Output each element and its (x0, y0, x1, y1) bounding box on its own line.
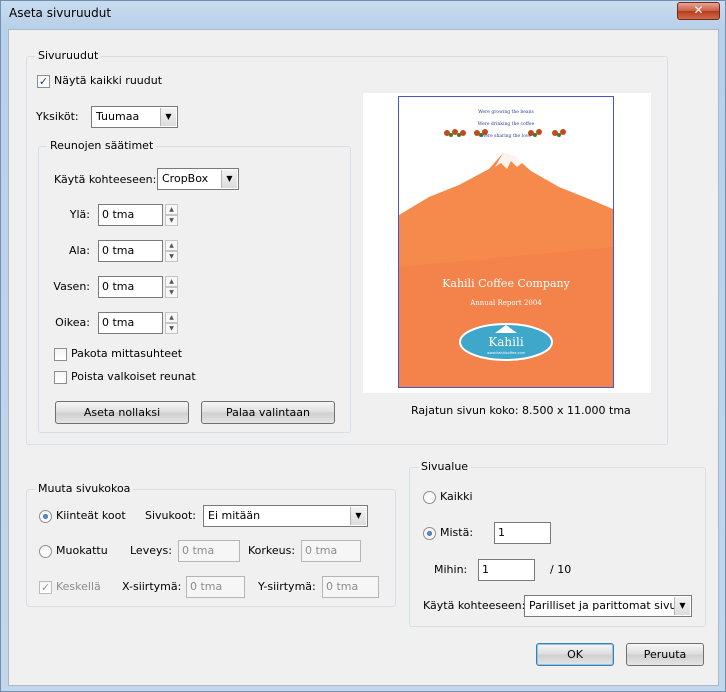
logo-subtext: www.kahilicoffee.com (487, 351, 526, 355)
top-margin-input[interactable]: 0 tma (98, 204, 163, 226)
dialog-window: Aseta sivuruudut ✕ Sivuruudut ✓ Näytä ka… (0, 0, 726, 692)
y-offset-label: Y-siirtymä: (258, 580, 316, 593)
from-input[interactable]: 1 (494, 522, 551, 544)
from-radio[interactable] (423, 527, 436, 540)
margin-controls-label: Reunojen säätimet (47, 139, 157, 152)
width-label: Leveys: (130, 544, 172, 557)
spin-down-icon[interactable]: ▼ (165, 287, 178, 298)
range-apply-select[interactable]: Parilliset ja parittomat sivut ▼ (524, 595, 692, 617)
spin-up-icon[interactable]: ▲ (165, 276, 178, 287)
right-margin-label: Oikea: (55, 316, 90, 329)
custom-size-label: Muokattu (56, 544, 108, 557)
spin-up-icon[interactable]: ▲ (165, 204, 178, 215)
left-margin-label: Vasen: (53, 280, 90, 293)
y-offset-input[interactable]: 0 tma (322, 576, 379, 598)
spin-down-icon[interactable]: ▼ (165, 215, 178, 226)
revert-to-selection-button[interactable]: Palaa valintaan (201, 401, 335, 424)
ok-button[interactable]: OK (536, 643, 614, 666)
preview-page: Were growing the beans Were drinking the… (398, 96, 614, 388)
right-margin-spinner[interactable]: ▲ ▼ (165, 312, 178, 334)
remove-white-margins-checkbox[interactable] (54, 371, 67, 384)
tagline-line-1: Were growing the beans (478, 109, 534, 115)
page-range-label: Sivualue (418, 460, 472, 473)
close-button[interactable]: ✕ (677, 2, 720, 20)
constrain-proportions-label: Pakota mittasuhteet (71, 347, 183, 360)
spin-up-icon[interactable]: ▲ (165, 240, 178, 251)
page-size-label: Muuta sivukokoa (35, 482, 134, 495)
units-value: Tuumaa (96, 110, 140, 123)
page-sizes-select[interactable]: Ei mitään ▼ (203, 505, 368, 527)
height-label: Korkeus: (248, 544, 296, 557)
logo-text: Kahili (488, 335, 524, 349)
cropped-size-text: Rajatun sivun koko: 8.500 x 11.000 tma (411, 404, 631, 417)
units-select[interactable]: Tuumaa ▼ (91, 106, 178, 128)
chevron-down-icon: ▼ (160, 108, 176, 126)
x-offset-input[interactable]: 0 tma (186, 576, 245, 598)
custom-size-radio[interactable] (39, 545, 52, 558)
to-label: Mihin: (434, 563, 468, 576)
to-input[interactable]: 1 (478, 559, 535, 581)
company-name: Kahili Coffee Company (442, 277, 570, 290)
margins-group-label: Sivuruudut (35, 49, 102, 62)
chevron-down-icon: ▼ (674, 597, 690, 615)
apply-to-value: CropBox (162, 172, 209, 185)
fixed-sizes-radio[interactable] (39, 510, 52, 523)
bottom-margin-input[interactable]: 0 tma (98, 240, 163, 262)
remove-white-margins-label: Poista valkoiset reunat (71, 370, 196, 383)
all-pages-radio[interactable] (423, 491, 436, 504)
cancel-button[interactable]: Peruuta (626, 643, 704, 666)
annual-report-cover-image: Were growing the beans Were drinking the… (399, 97, 613, 387)
spin-down-icon[interactable]: ▼ (165, 251, 178, 262)
center-label: Keskellä (56, 580, 101, 593)
show-all-boxes-label: Näytä kaikki ruudut (54, 74, 163, 87)
all-pages-label: Kaikki (440, 490, 473, 503)
tagline-line-3: Were sharing the love (481, 133, 531, 139)
from-label: Mistä: (440, 526, 474, 539)
height-input[interactable]: 0 tma (301, 540, 361, 562)
top-margin-label: Ylä: (69, 208, 90, 221)
page-sizes-value: Ei mitään (208, 509, 261, 522)
dialog-client: Sivuruudut ✓ Näytä kaikki ruudut Yksiköt… (8, 29, 719, 686)
apply-to-select[interactable]: CropBox ▼ (157, 168, 239, 190)
spin-down-icon[interactable]: ▼ (165, 323, 178, 334)
top-margin-spinner[interactable]: ▲ ▼ (165, 204, 178, 226)
left-margin-input[interactable]: 0 tma (98, 276, 163, 298)
range-apply-label: Käytä kohteeseen: (423, 599, 526, 612)
chevron-down-icon: ▼ (350, 507, 366, 525)
page-sizes-label: Sivukoot: (145, 509, 196, 522)
x-offset-label: X-siirtymä: (122, 580, 182, 593)
page-preview: Were growing the beans Were drinking the… (363, 93, 651, 393)
window-title: Aseta sivuruudut (9, 6, 112, 20)
report-title: Annual Report 2004 (469, 299, 542, 307)
title-bar: Aseta sivuruudut ✕ (1, 1, 725, 27)
right-margin-input[interactable]: 0 tma (98, 312, 163, 334)
bottom-margin-label: Ala: (68, 244, 90, 257)
set-to-zero-button[interactable]: Aseta nollaksi (55, 401, 189, 424)
bottom-margin-spinner[interactable]: ▲ ▼ (165, 240, 178, 262)
page-total: / 10 (550, 563, 572, 576)
range-apply-value: Parilliset ja parittomat sivut (529, 599, 681, 612)
tagline-line-2: Were drinking the coffee (478, 121, 535, 127)
left-margin-spinner[interactable]: ▲ ▼ (165, 276, 178, 298)
show-all-boxes-checkbox[interactable]: ✓ (37, 75, 50, 88)
chevron-down-icon: ▼ (221, 170, 237, 188)
center-checkbox[interactable]: ✓ (39, 581, 52, 594)
width-input[interactable]: 0 tma (178, 540, 240, 562)
units-label: Yksiköt: (36, 110, 79, 123)
fixed-sizes-label: Kiinteät koot (56, 509, 126, 522)
apply-to-label: Käytä kohteeseen: (54, 173, 157, 186)
constrain-proportions-checkbox[interactable] (54, 348, 67, 361)
spin-up-icon[interactable]: ▲ (165, 312, 178, 323)
